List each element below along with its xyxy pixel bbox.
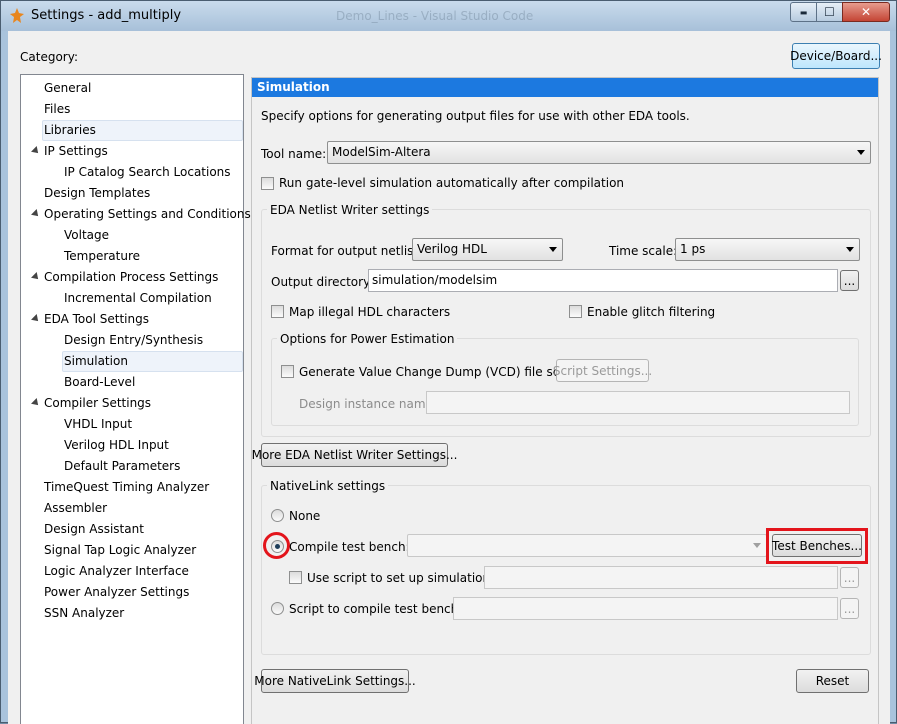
nativelink-group-title: NativeLink settings	[267, 479, 389, 493]
none-radio-label: None	[289, 509, 321, 523]
tree-item[interactable]: IP Settings	[44, 141, 108, 162]
script-compile-label: Script to compile test bench:	[289, 602, 463, 616]
highlight-rect-annotation	[766, 528, 868, 564]
netlist-group-title: EDA Netlist Writer settings	[267, 203, 433, 217]
tree-item[interactable]: General	[44, 78, 91, 99]
close-button[interactable]: ✕	[842, 2, 890, 22]
tree-item[interactable]: Libraries	[42, 120, 243, 141]
vcd-checkbox[interactable]	[281, 365, 294, 378]
tree-item[interactable]: Default Parameters	[64, 456, 180, 477]
tool-name-select[interactable]: ModelSim-Altera	[327, 141, 871, 164]
tree-item[interactable]: SSN Analyzer	[44, 603, 124, 624]
tree-item[interactable]: Verilog HDL Input	[64, 435, 169, 456]
category-label: Category:	[20, 50, 78, 64]
tree-expander-icon[interactable]	[31, 146, 41, 156]
script-compile-browse-button[interactable]: ...	[840, 598, 859, 619]
use-script-browse-button[interactable]: ...	[840, 567, 859, 588]
panel-title: Simulation	[252, 78, 878, 97]
compile-test-bench-label: Compile test bench:	[289, 540, 410, 554]
tree-item[interactable]: Board-Level	[64, 372, 135, 393]
tree-expander-icon[interactable]	[31, 209, 41, 219]
minimize-icon: ▬	[799, 7, 808, 17]
device-board-button[interactable]: Device/Board...	[790, 43, 882, 69]
category-tree[interactable]: General Files Libraries IP Settings IP Catal…	[20, 74, 251, 724]
tree-item[interactable]: Simulation	[62, 351, 243, 372]
tool-name-value: ModelSim-Altera	[332, 145, 431, 159]
tree-item[interactable]: Design Entry/Synthesis	[64, 330, 203, 351]
more-nativelink-settings-button[interactable]: More NativeLink Settings...	[254, 669, 416, 693]
glitch-filter-label: Enable glitch filtering	[587, 305, 716, 319]
highlight-circle-annotation	[263, 532, 290, 559]
background-window-title: Demo_Lines - Visual Studio Code	[336, 9, 534, 23]
script-compile-radio[interactable]	[271, 602, 284, 615]
script-settings-button[interactable]: Script Settings...	[553, 359, 652, 382]
tree-item[interactable]: Power Analyzer Settings	[44, 582, 189, 603]
tree-item[interactable]: Compilation Process Settings	[44, 267, 218, 288]
output-dir-browse-button[interactable]: ...	[840, 270, 859, 291]
run-gate-level-checkbox[interactable]	[261, 177, 274, 190]
tree-expander-icon[interactable]	[31, 272, 41, 282]
format-select[interactable]: Verilog HDL	[412, 238, 563, 261]
panel-description: Specify options for generating output fi…	[261, 109, 690, 123]
script-compile-input[interactable]	[453, 597, 838, 620]
reset-button[interactable]: Reset	[796, 669, 869, 693]
design-instance-label: Design instance name:	[299, 397, 437, 411]
tree-item[interactable]: Signal Tap Logic Analyzer	[44, 540, 196, 561]
time-scale-select[interactable]: 1 ps	[675, 238, 860, 261]
tree-item[interactable]: TimeQuest Timing Analyzer	[44, 477, 209, 498]
use-script-label: Use script to set up simulation:	[307, 571, 495, 585]
window-title: Settings - add_multiply	[31, 8, 182, 23]
tree-expander-icon[interactable]	[31, 314, 41, 324]
none-radio[interactable]	[271, 509, 284, 522]
tree-expander-icon[interactable]	[31, 398, 41, 408]
minimize-button[interactable]: ▬	[790, 2, 817, 22]
maximize-button[interactable]: ☐	[816, 2, 843, 22]
vcd-label: Generate Value Change Dump (VCD) file sc…	[299, 365, 580, 379]
tree-item[interactable]: Temperature	[64, 246, 140, 267]
format-value: Verilog HDL	[417, 242, 487, 256]
tree-item[interactable]: Incremental Compilation	[64, 288, 212, 309]
dialog-client-area: Category: Device/Board... General Files Li…	[8, 31, 890, 724]
tool-name-label: Tool name:	[261, 147, 327, 161]
compile-test-bench-select[interactable]	[407, 534, 767, 557]
output-dir-label: Output directory:	[271, 275, 374, 289]
quartus-app-icon	[10, 8, 24, 23]
chevron-down-icon	[846, 247, 854, 252]
chevron-down-icon	[753, 543, 761, 548]
output-dir-value: simulation/modelsim	[372, 273, 498, 287]
simulation-panel: Simulation Specify options for generatin…	[251, 77, 879, 724]
maximize-icon: ☐	[824, 5, 835, 19]
power-group-title: Options for Power Estimation	[277, 332, 458, 346]
design-instance-input[interactable]	[426, 391, 850, 414]
tree-item[interactable]: Voltage	[64, 225, 109, 246]
title-bar[interactable]: Settings - add_multiply Demo_Lines - Vis…	[1, 1, 896, 31]
map-illegal-label: Map illegal HDL characters	[289, 305, 451, 319]
map-illegal-checkbox[interactable]	[271, 305, 284, 318]
time-scale-label: Time scale:	[609, 244, 678, 258]
tree-item[interactable]: Assembler	[44, 498, 107, 519]
chevron-down-icon	[857, 150, 865, 155]
tree-item[interactable]: Design Assistant	[44, 519, 144, 540]
tree-item[interactable]: VHDL Input	[64, 414, 132, 435]
use-script-input[interactable]	[484, 566, 838, 589]
run-gate-level-label: Run gate-level simulation automatically …	[279, 176, 625, 190]
tree-item[interactable]: Design Templates	[44, 183, 150, 204]
time-scale-value: 1 ps	[680, 242, 706, 256]
more-netlist-settings-button[interactable]: More EDA Netlist Writer Settings...	[252, 443, 457, 467]
format-label: Format for output netlist:	[271, 244, 423, 258]
settings-window: Settings - add_multiply Demo_Lines - Vis…	[0, 0, 897, 724]
use-script-checkbox[interactable]	[289, 571, 302, 584]
tree-item[interactable]: Logic Analyzer Interface	[44, 561, 189, 582]
tree-item[interactable]: IP Catalog Search Locations	[64, 162, 231, 183]
output-dir-input[interactable]: simulation/modelsim	[368, 269, 838, 292]
tree-item[interactable]: Compiler Settings	[44, 393, 151, 414]
tree-item[interactable]: EDA Tool Settings	[44, 309, 149, 330]
close-icon: ✕	[860, 5, 872, 19]
glitch-filter-checkbox[interactable]	[569, 305, 582, 318]
tree-item[interactable]: Operating Settings and Conditions	[44, 204, 251, 225]
chevron-down-icon	[549, 247, 557, 252]
tree-item[interactable]: Files	[44, 99, 70, 120]
